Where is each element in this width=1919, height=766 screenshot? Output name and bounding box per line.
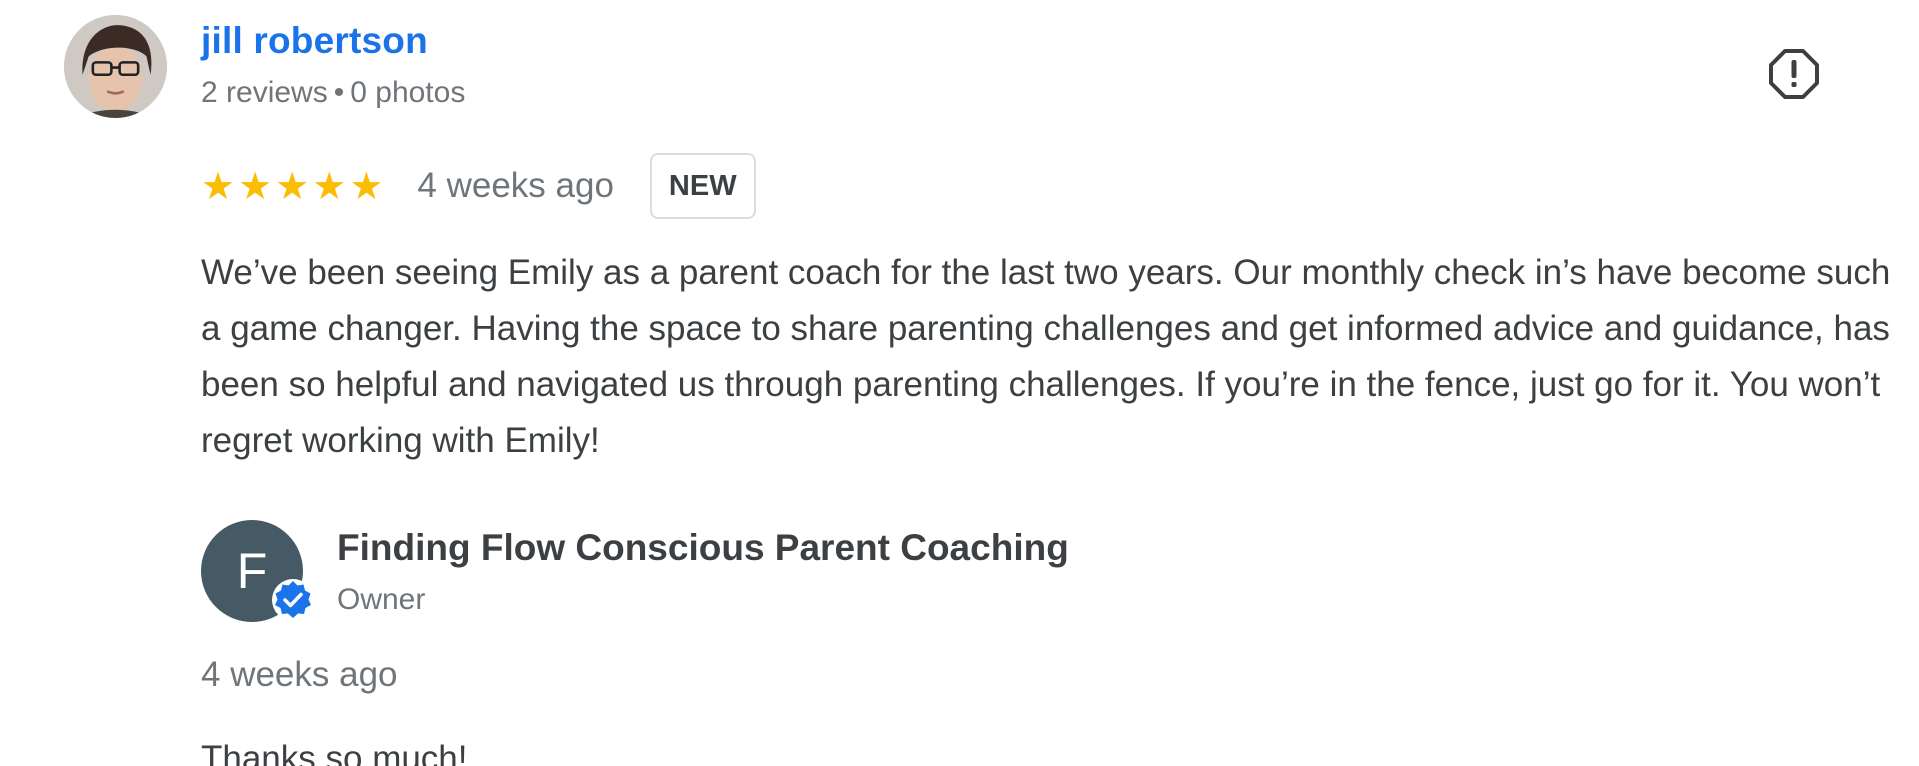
star-rating: ★ ★ ★ ★ ★: [201, 167, 383, 205]
verified-check-icon: [271, 578, 315, 622]
report-flag-icon: [1769, 49, 1819, 99]
reviewer-name[interactable]: jill robertson: [201, 20, 428, 62]
owner-name: Finding Flow Conscious Parent Coaching: [337, 527, 1069, 568]
owner-role: Owner: [337, 583, 426, 616]
star-icon: ★: [238, 164, 273, 208]
reviewer-photos-count: 0 photos: [350, 76, 466, 109]
rating-row: ★ ★ ★ ★ ★ 4 weeks ago NEW: [201, 152, 756, 220]
review-date: 4 weeks ago: [417, 166, 614, 205]
reply-text: Thanks so much!: [201, 739, 468, 766]
star-icon: ★: [201, 164, 236, 208]
reviewer-reviews-count: 2 reviews: [201, 76, 328, 109]
report-review-button[interactable]: [1766, 46, 1822, 102]
reply-date: 4 weeks ago: [201, 655, 398, 694]
review-card: jill robertson 2 reviews • 0 photos ★ ★ ★ …: [0, 0, 1919, 766]
reviewer-photo-icon: [64, 15, 167, 118]
star-icon: ★: [312, 164, 347, 208]
meta-separator: •: [333, 76, 345, 109]
review-text: We’ve been seeing Emily as a parent coac…: [201, 253, 1891, 460]
reviewer-meta: 2 reviews • 0 photos: [201, 76, 465, 110]
new-badge: NEW: [649, 153, 756, 219]
star-icon: ★: [349, 164, 384, 208]
owner-avatar-letter: F: [236, 543, 268, 599]
star-icon: ★: [275, 164, 310, 208]
reviewer-avatar[interactable]: [64, 15, 167, 118]
